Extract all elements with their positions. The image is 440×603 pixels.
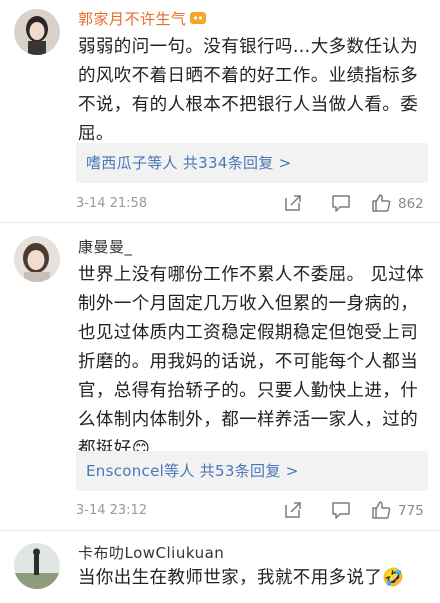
reply-summary[interactable]: 嗜西瓜子等人 共334条回复 > <box>76 143 428 183</box>
comment-meta: 3-14 23:12 775 <box>76 495 428 525</box>
like-count: 775 <box>398 503 424 519</box>
comment-text: 当你出生在教师世家，我就不用多说了🤣 <box>78 568 405 588</box>
username[interactable]: 康曼曼_ <box>78 236 133 257</box>
thumbs-up-icon[interactable] <box>370 499 392 521</box>
share-icon[interactable] <box>282 192 304 214</box>
username[interactable]: 郭家月不许生气 <box>78 8 206 29</box>
comment-icon[interactable] <box>330 499 352 521</box>
vip-badge-icon <box>189 11 206 25</box>
comment-text: 弱弱的问一句。没有银行吗…大多数任认为的风吹不着日晒不着的好工作。业绩指标多不说… <box>78 37 419 144</box>
reply-summary[interactable]: Ensconcel等人 共53条回复 > <box>76 451 428 491</box>
timestamp: 3-14 21:58 <box>76 196 148 211</box>
avatar[interactable] <box>14 236 60 282</box>
thumbs-up-icon[interactable] <box>370 192 392 214</box>
username[interactable]: 卡布叻LowCliukuan <box>78 542 224 563</box>
like-count: 862 <box>398 196 424 212</box>
timestamp: 3-14 23:12 <box>76 503 148 518</box>
username-text[interactable]: 郭家月不许生气 <box>78 10 187 28</box>
comment-3: 卡布叻LowCliukuan 当你出生在教师世家，我就不用多说了🤣 <box>0 531 440 603</box>
comment-text: 世界上没有哪份工作不累人不委屈。 见过体制外一个月固定几万收入但累的一身病的，也… <box>78 265 425 459</box>
comment-2: 康曼曼_ 世界上没有哪份工作不累人不委屈。 见过体制外一个月固定几万收入但累的一… <box>0 223 440 530</box>
avatar[interactable] <box>14 543 60 589</box>
comment-icon[interactable] <box>330 192 352 214</box>
comment-meta: 3-14 21:58 862 <box>76 188 428 218</box>
share-icon[interactable] <box>282 499 304 521</box>
avatar[interactable] <box>14 9 60 55</box>
comment-1: 郭家月不许生气 弱弱的问一句。没有银行吗…大多数任认为的风吹不着日晒不着的好工作… <box>0 0 440 222</box>
